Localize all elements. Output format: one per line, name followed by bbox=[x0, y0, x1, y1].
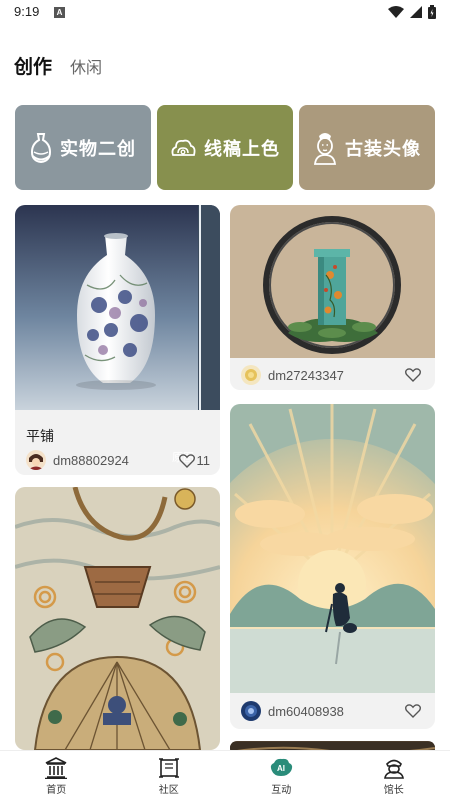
vase-image bbox=[15, 205, 220, 410]
nav-label: 首页 bbox=[46, 784, 67, 796]
card-meta: dm60408938 bbox=[230, 693, 435, 729]
tapestry-image bbox=[15, 487, 220, 750]
avatar[interactable] bbox=[241, 365, 261, 385]
feed-card-tapestry[interactable] bbox=[15, 487, 220, 750]
nav-label: 馆长 bbox=[383, 784, 404, 796]
username[interactable]: dm27243347 bbox=[268, 368, 344, 383]
category-line-coloring[interactable]: 线稿上色 bbox=[157, 105, 293, 190]
category-label: 实物二创 bbox=[60, 138, 136, 160]
top-tabs: 创作 休闲 bbox=[14, 52, 102, 79]
svg-text:AI: AI bbox=[277, 764, 285, 773]
notification-icon: A bbox=[54, 7, 65, 18]
feed-card-vase[interactable]: 原图 平铺 dm88802924 11 bbox=[15, 205, 220, 475]
like-button[interactable] bbox=[405, 368, 423, 382]
nav-label: 互动 bbox=[271, 784, 292, 796]
curator-icon bbox=[383, 759, 404, 779]
vase-icon bbox=[30, 132, 52, 163]
status-icons bbox=[388, 5, 436, 19]
tab-create[interactable]: 创作 bbox=[14, 52, 52, 79]
nav-curator[interactable]: 馆长 bbox=[338, 751, 450, 801]
card-meta: 平铺 dm88802924 11 bbox=[15, 410, 220, 475]
feed-card-seal[interactable]: dm27243347 bbox=[230, 205, 435, 390]
like-button[interactable] bbox=[405, 704, 423, 718]
nav-community[interactable]: 社区 bbox=[113, 751, 226, 801]
bottom-nav: 首页 社区 AI 互动 馆长 bbox=[0, 750, 450, 801]
temple-icon bbox=[45, 756, 68, 779]
avatar[interactable] bbox=[241, 701, 261, 721]
avatar[interactable] bbox=[26, 450, 46, 470]
heart-icon bbox=[405, 368, 421, 382]
category-label: 古装头像 bbox=[345, 138, 421, 160]
nav-interact[interactable]: AI 互动 bbox=[225, 751, 338, 801]
status-bar: 9:19 A bbox=[0, 0, 450, 26]
category-ancient-costume-avatar[interactable]: 古装头像 bbox=[299, 105, 435, 190]
battery-icon bbox=[428, 5, 436, 19]
scroll-icon bbox=[158, 757, 179, 778]
nav-label: 社区 bbox=[158, 784, 179, 796]
card-title: 平铺 bbox=[26, 429, 54, 445]
like-count: 11 bbox=[196, 453, 211, 468]
like-button[interactable]: 11 bbox=[178, 453, 211, 468]
signal-icon bbox=[410, 6, 422, 18]
cloud-pattern-icon bbox=[171, 139, 196, 156]
category-label: 线稿上色 bbox=[204, 138, 280, 160]
heart-icon bbox=[178, 453, 195, 468]
status-time: 9:19 bbox=[14, 4, 40, 19]
category-physical-recreation[interactable]: 实物二创 bbox=[15, 105, 151, 190]
sunrise-image bbox=[230, 404, 435, 693]
card-meta: dm27243347 bbox=[230, 358, 435, 390]
heart-icon bbox=[405, 704, 421, 718]
ai-icon: AI bbox=[271, 758, 293, 776]
portrait-icon bbox=[313, 132, 337, 165]
tab-leisure[interactable]: 休闲 bbox=[70, 54, 102, 78]
username[interactable]: dm88802924 bbox=[53, 453, 129, 468]
nav-home[interactable]: 首页 bbox=[0, 751, 113, 801]
seal-image bbox=[230, 205, 435, 358]
feed-card-sunrise[interactable]: dm60408938 bbox=[230, 404, 435, 729]
username[interactable]: dm60408938 bbox=[268, 704, 344, 719]
wifi-icon bbox=[388, 6, 404, 18]
